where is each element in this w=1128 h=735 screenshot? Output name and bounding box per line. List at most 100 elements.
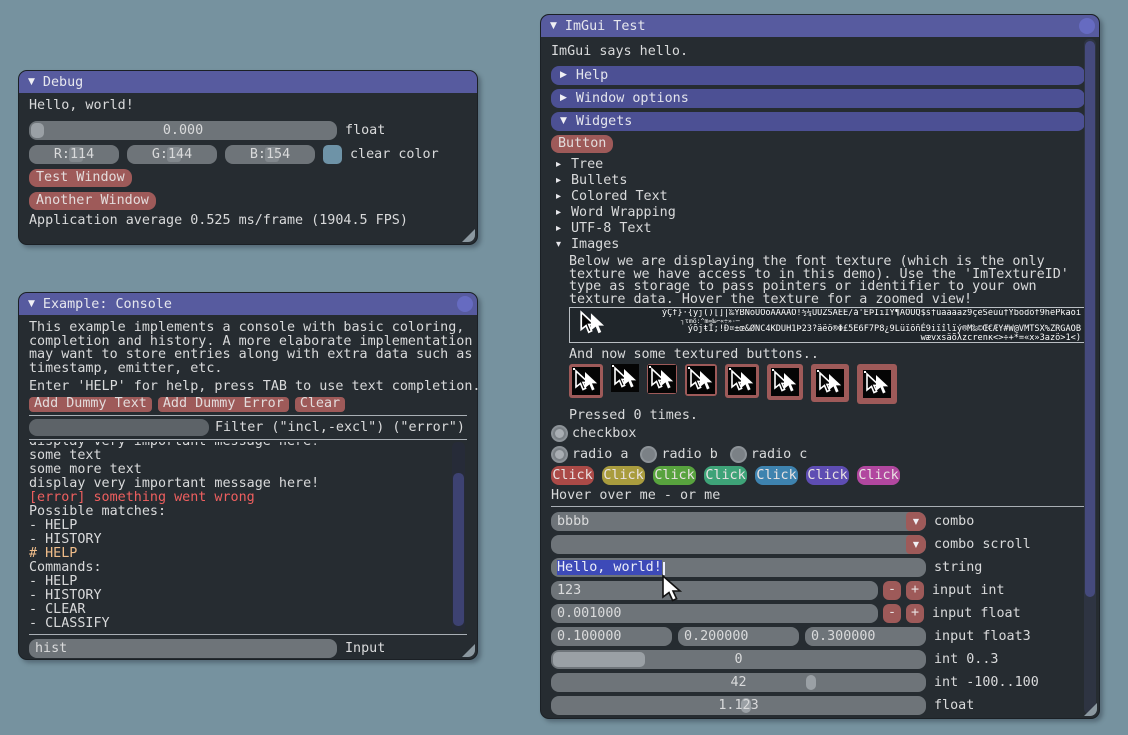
image-button[interactable] [685, 364, 717, 396]
test-titlebar[interactable]: ▼ ImGui Test [541, 15, 1099, 37]
command-input[interactable]: hist [29, 639, 337, 658]
intro-line: completion and history. A more elaborate… [29, 335, 467, 349]
console-log-region[interactable]: display very important message here!some… [29, 442, 467, 632]
collapsing-header[interactable]: ▶ Help [551, 66, 1085, 85]
log-scrollbar[interactable] [452, 442, 465, 632]
click-button[interactable]: Click [755, 466, 798, 485]
float3-input-z[interactable]: 0.300000 [805, 627, 926, 646]
float-slider[interactable]: 1.123 [551, 696, 926, 715]
float-slider-row: 0.000 float [29, 121, 467, 140]
int-input[interactable]: 123 [551, 581, 878, 600]
tree-node-label: Word Wrapping [571, 206, 676, 219]
button-widget[interactable]: Button [551, 135, 613, 153]
color-drag-field[interactable]: R:114 [29, 145, 119, 164]
another-window-button[interactable]: Another Window [29, 192, 156, 210]
window-scrollbar[interactable] [1084, 39, 1096, 714]
click-button[interactable]: Click [551, 466, 594, 485]
collapsing-header[interactable]: ▼ Widgets [551, 112, 1085, 131]
cursor-texture-icon [863, 370, 891, 398]
click-button[interactable]: Click [857, 466, 900, 485]
image-button[interactable] [857, 364, 897, 404]
font-texture-image[interactable]: ýÇf}·{ÿj()[]|‰ÝBÑòÙÖóÃÂÀÄÒ!½¼ÙÚŽŠÅÉÊ/å'È… [569, 307, 1085, 343]
image-button[interactable] [611, 364, 639, 392]
tree-node-label: Images [571, 238, 619, 251]
log-line: Possible matches: [29, 505, 449, 519]
tree-arrow-icon: ▾ [556, 238, 564, 251]
click-button[interactable]: Click [806, 466, 849, 485]
int-slider[interactable]: 0 [551, 650, 926, 669]
collapsing-header[interactable]: ▶ Window options [551, 89, 1085, 108]
checkbox-widget[interactable]: checkbox [551, 425, 1085, 442]
scrollbar-thumb[interactable] [453, 473, 464, 626]
combo-arrow-button[interactable]: ▼ [906, 535, 926, 554]
combo-scroll-row: ▼ combo scroll [551, 535, 1085, 554]
string-input[interactable]: Hello, world! [551, 558, 926, 577]
images-description-line: type as storage to pass pointers or iden… [569, 280, 1085, 293]
tree-node-label: Colored Text [571, 190, 668, 203]
tree-node[interactable]: ▸ Bullets [551, 172, 1085, 188]
clear-color-checkbox[interactable] [323, 145, 342, 164]
float3-input-x[interactable]: 0.100000 [551, 627, 672, 646]
console-action-button[interactable]: Add Dummy Text [29, 397, 152, 412]
combo-scroll-label: combo scroll [934, 538, 1031, 551]
radio-button[interactable]: radio a [551, 446, 628, 463]
filter-label: Filter ("incl,-excl") ("error") [215, 421, 465, 434]
combo-arrow-button[interactable]: ▼ [906, 512, 926, 531]
images-description-line: Below we are displaying the font texture… [569, 255, 1085, 268]
tree-node[interactable]: ▸ Colored Text [551, 188, 1085, 204]
increment-button[interactable]: + [906, 604, 924, 623]
color-drag-field[interactable]: G:144 [127, 145, 217, 164]
tree-node[interactable]: ▸ Tree [551, 156, 1085, 172]
image-button[interactable] [725, 364, 759, 398]
image-button[interactable] [767, 364, 803, 400]
tree-node[interactable]: ▾ Images [551, 236, 1085, 252]
close-button[interactable] [1079, 18, 1095, 34]
tree-arrow-icon: ▸ [556, 222, 564, 235]
decrement-button[interactable]: - [883, 581, 901, 600]
log-line: some more text [29, 463, 449, 477]
image-button[interactable] [647, 364, 677, 394]
tree-node[interactable]: ▸ Word Wrapping [551, 204, 1085, 220]
cursor-texture-icon [771, 368, 799, 396]
close-button[interactable] [457, 296, 473, 312]
scrollbar-thumb[interactable] [1085, 41, 1095, 597]
float-slider[interactable]: 0.000 [29, 121, 337, 140]
image-button[interactable] [811, 364, 849, 402]
collapse-arrow-icon[interactable]: ▼ [28, 298, 35, 311]
window-title: Debug [43, 76, 83, 89]
int-input-label: input int [932, 584, 1005, 597]
combo-scroll-select[interactable]: ▼ [551, 535, 926, 554]
intro-line: timestamp, emitter, etc. [29, 362, 467, 376]
color-drag-field[interactable]: B:154 [225, 145, 315, 164]
radio-button[interactable]: radio b [640, 446, 717, 463]
combo-select[interactable]: bbbb ▼ [551, 512, 926, 531]
debug-titlebar[interactable]: ▼ Debug [19, 71, 477, 93]
log-line: - HELP [29, 575, 449, 589]
int-slider-2[interactable]: 42 [551, 673, 926, 692]
int-slider2-label: int -100..100 [934, 676, 1039, 689]
click-button[interactable]: Click [602, 466, 645, 485]
cursor-texture-icon [687, 366, 715, 394]
console-action-button[interactable]: Clear [295, 397, 345, 412]
radio-button[interactable]: radio c [730, 446, 807, 463]
separator [29, 439, 467, 440]
radio-label: radio b [661, 448, 717, 461]
collapse-arrow-icon[interactable]: ▼ [550, 20, 557, 33]
color-edit-row: R:114 G:144 B:154 clear color [29, 145, 467, 164]
float-input[interactable]: 0.001000 [551, 604, 878, 623]
string-input-row: Hello, world! string [551, 558, 1085, 577]
collapse-arrow-icon[interactable]: ▼ [28, 76, 35, 89]
console-action-button[interactable]: Add Dummy Error [158, 397, 289, 412]
debug-window: ▼ Debug Hello, world! 0.000 float R:114 … [18, 70, 478, 245]
float3-input-y[interactable]: 0.200000 [678, 627, 799, 646]
click-button[interactable]: Click [653, 466, 696, 485]
image-button[interactable] [569, 364, 603, 398]
console-titlebar[interactable]: ▼ Example: Console [19, 293, 477, 315]
decrement-button[interactable]: - [883, 604, 901, 623]
log-line: - HISTORY [29, 589, 449, 603]
click-button[interactable]: Click [704, 466, 747, 485]
increment-button[interactable]: + [906, 581, 924, 600]
filter-input[interactable] [29, 419, 209, 436]
tree-node[interactable]: ▸ UTF-8 Text [551, 220, 1085, 236]
test-window-button[interactable]: Test Window [29, 169, 132, 187]
